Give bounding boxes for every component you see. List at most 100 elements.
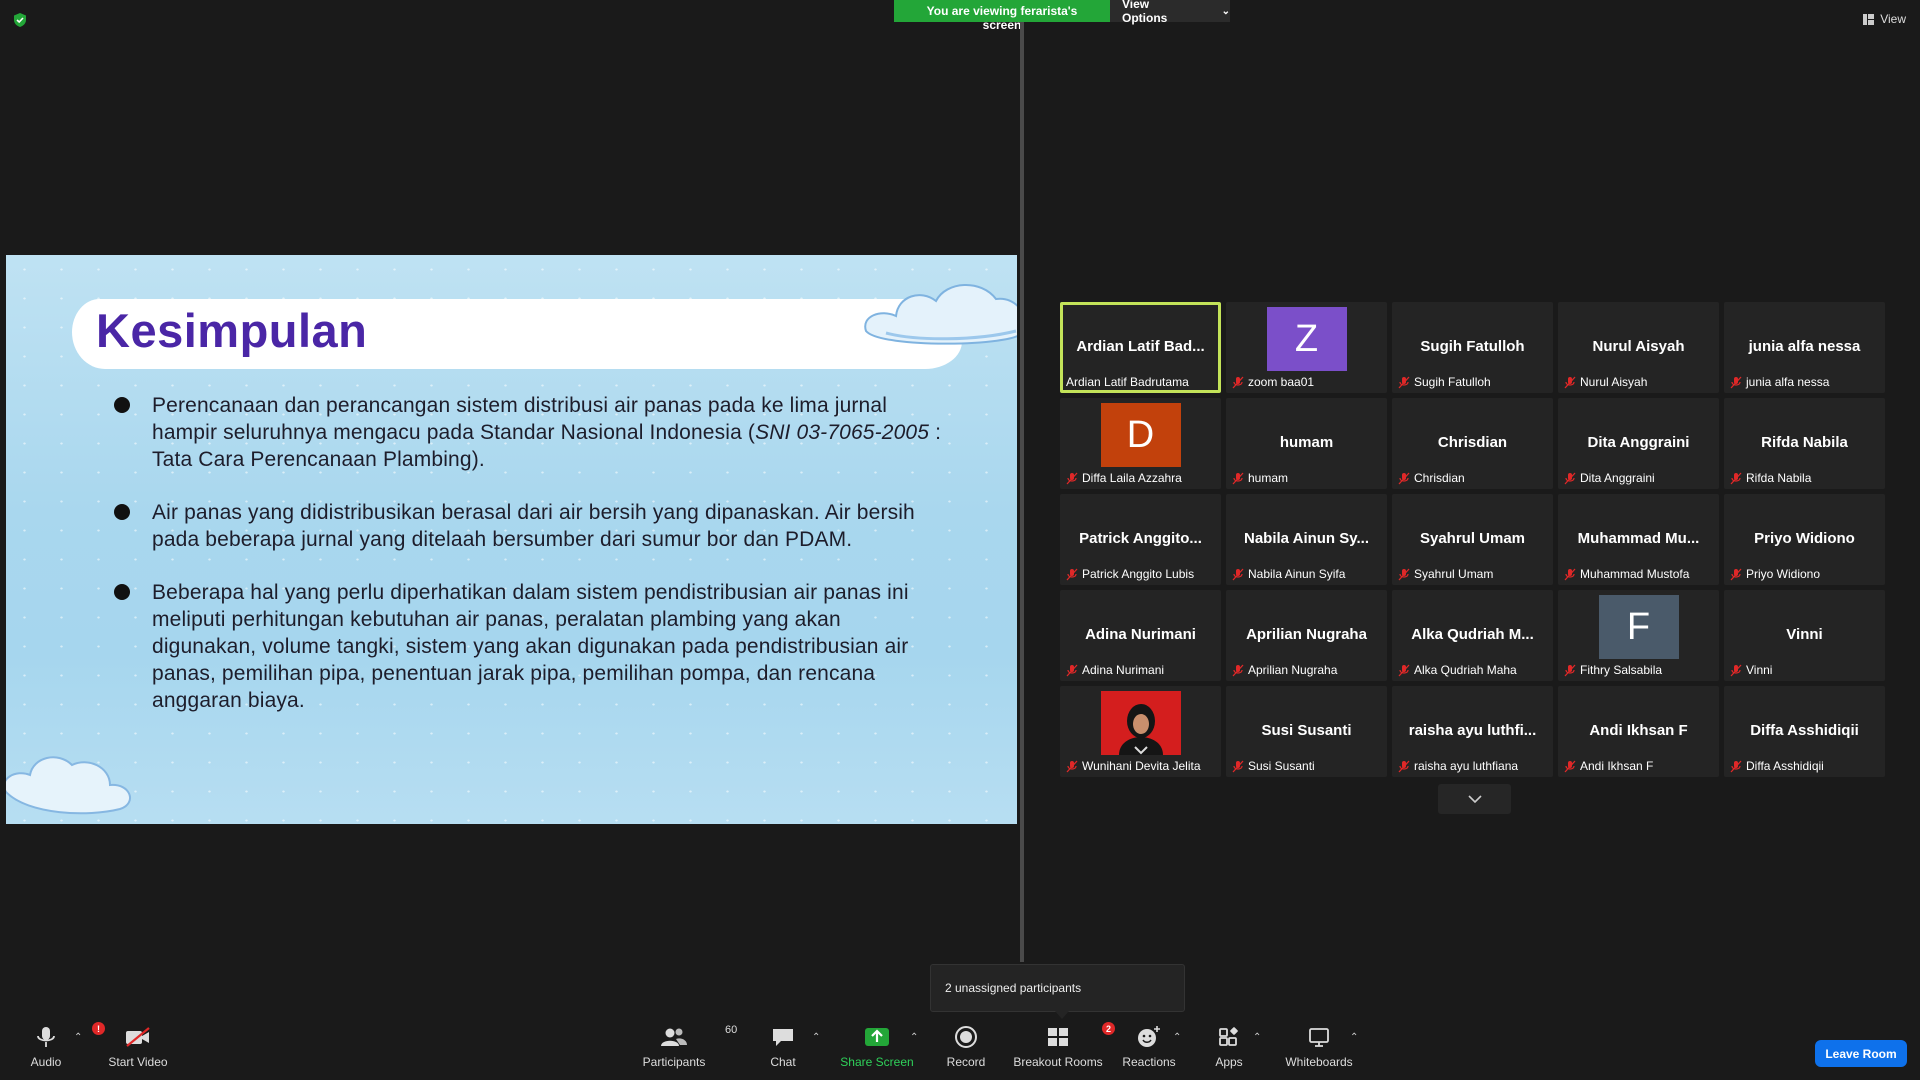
record-button[interactable]: Record [916,1022,1016,1069]
participant-name-label: Aprilian Nugraha [1232,663,1337,677]
participant-gallery: Ardian Latif Bad... Ardian Latif Badrutam… [1060,302,1885,777]
microphone-muted-icon [1066,760,1078,773]
view-label: View [1880,12,1906,26]
participant-display-name: Adina Nurimani [1085,626,1196,643]
participant-name: Nabila Ainun Syifa [1248,567,1346,581]
participant-tile[interactable]: Alka Qudriah M... Alka Qudriah Maha [1392,590,1553,681]
participant-name: Diffa Asshidiqii [1746,759,1824,773]
participant-tile[interactable]: Muhammad Mu... Muhammad Mustofa [1558,494,1719,585]
view-button[interactable]: View [1863,12,1906,26]
microphone-muted-icon [1232,760,1244,773]
microphone-muted-icon [1398,664,1410,677]
breakout-rooms-icon [1048,1028,1068,1046]
participant-tile[interactable]: Aprilian Nugraha Aprilian Nugraha [1226,590,1387,681]
breakout-rooms-button[interactable]: 2 Breakout Rooms [1008,1022,1115,1069]
microphone-muted-icon [1232,664,1244,677]
unassigned-text: 2 unassigned participants [945,981,1082,995]
participant-tile[interactable]: Patrick Anggito... Patrick Anggito Lubis [1060,494,1221,585]
chevron-down-icon [1467,795,1482,803]
participant-name: Alka Qudriah Maha [1414,663,1517,677]
participant-tile[interactable]: raisha ayu luthfi... raisha ayu luthfiana [1392,686,1553,777]
participant-display-name: Andi Ikhsan F [1589,722,1688,739]
participant-tile[interactable]: Rifda Nabila Rifda Nabila [1724,398,1885,489]
participant-name: Vinni [1746,663,1773,677]
participant-tile[interactable]: Ardian Latif Bad... Ardian Latif Badrutam… [1060,302,1221,393]
chat-options-caret[interactable]: ⌃ [812,1032,820,1043]
apps-options-caret[interactable]: ⌃ [1253,1032,1261,1043]
participant-tile[interactable]: Syahrul Umam Syahrul Umam [1392,494,1553,585]
splitter-handle[interactable] [1020,22,1024,962]
participant-tile[interactable]: Vinni Vinni [1724,590,1885,681]
share-screen-button[interactable]: Share Screen [827,1022,927,1069]
participant-name: Syahrul Umam [1414,567,1494,581]
avatar: F [1598,595,1679,659]
participant-tile[interactable]: D Diffa Laila Azzahra [1060,398,1221,489]
whiteboards-button[interactable]: Whiteboards [1269,1022,1369,1069]
reactions-label: Reactions [1122,1055,1176,1069]
audio-options-caret[interactable]: ⌃ [74,1032,82,1043]
audio-button[interactable]: ! Audio [0,1022,105,1069]
participant-name-label: Dita Anggraini [1564,471,1655,485]
cloud-decoration [6,756,132,815]
participant-name-label: humam [1232,471,1288,485]
participant-tile[interactable]: Nurul Aisyah Nurul Aisyah [1558,302,1719,393]
start-video-button[interactable]: Start Video [88,1022,188,1069]
reactions-icon [1138,1026,1160,1047]
bullet-dot [114,397,130,413]
participant-tile[interactable]: Nabila Ainun Sy... Nabila Ainun Syifa [1226,494,1387,585]
screen-share-banner: You are viewing ferarista's screen View … [894,0,1230,32]
participant-name: Muhammad Mustofa [1580,567,1690,581]
whiteboards-options-caret[interactable]: ⌃ [1350,1032,1358,1043]
participant-tile[interactable]: Diffa Asshidiqii Diffa Asshidiqii [1724,686,1885,777]
participant-tile[interactable]: Dita Anggraini Dita Anggraini [1558,398,1719,489]
participant-tile[interactable]: Sugih Fatulloh Sugih Fatulloh [1392,302,1553,393]
participant-tile[interactable]: F Fithry Salsabila [1558,590,1719,681]
participant-name-label: Nabila Ainun Syifa [1232,567,1345,581]
participant-tile[interactable]: Andi Ikhsan F Andi Ikhsan F [1558,686,1719,777]
participant-tile[interactable]: humam humam [1226,398,1387,489]
chat-icon [773,1029,793,1046]
chat-label: Chat [770,1055,796,1069]
participant-tile[interactable]: Priyo Widiono Priyo Widiono [1724,494,1885,585]
participant-name: Andi Ikhsan F [1580,759,1654,773]
gallery-next-page-button[interactable] [1438,784,1511,814]
participant-tile[interactable]: Adina Nurimani Adina Nurimani [1060,590,1221,681]
shield-icon[interactable] [12,12,28,28]
participant-display-name: Ardian Latif Bad... [1076,338,1205,355]
participant-name-label: junia alfa nessa [1730,375,1829,389]
participant-name: Aprilian Nugraha [1248,663,1338,677]
unassigned-participants-tooltip[interactable]: 2 unassigned participants [930,964,1185,1019]
participants-label: Participants [642,1055,706,1069]
participant-name-label: Adina Nurimani [1066,663,1164,677]
participant-display-name: humam [1279,434,1334,451]
share-screen-icon [865,1028,889,1046]
apps-button[interactable]: Apps [1179,1022,1279,1069]
chat-button[interactable]: Chat [733,1022,833,1069]
microphone-muted-icon [1398,376,1410,389]
view-options-button[interactable]: View Options ⌄ [1110,0,1230,25]
participant-name: Fithry Salsabila [1580,663,1663,677]
record-label: Record [946,1055,986,1069]
microphone-muted-icon [1730,472,1742,485]
whiteboards-label: Whiteboards [1285,1055,1353,1069]
audio-label: Audio [30,1055,62,1069]
participant-display-name: Susi Susanti [1261,722,1352,739]
participant-tile[interactable]: Susi Susanti Susi Susanti [1226,686,1387,777]
participant-name-label: Andi Ikhsan F [1564,759,1653,773]
participant-tile[interactable]: Chrisdian Chrisdian [1392,398,1553,489]
leave-room-button[interactable]: Leave Room [1815,1040,1907,1067]
participant-display-name: Chrisdian [1437,434,1508,451]
chevron-down-icon: ⌄ [1221,5,1230,17]
participant-tile[interactable]: junia alfa nessa junia alfa nessa [1724,302,1885,393]
microphone-muted-icon [1730,376,1742,389]
participants-button[interactable]: 60 Participants [624,1022,738,1069]
participant-tile[interactable]: Zzoom baa01 [1226,302,1387,393]
participant-display-name: junia alfa nessa [1748,338,1861,355]
microphone-muted-icon [1232,376,1244,389]
avatar-photo [1100,691,1181,755]
participant-name: zoom baa01 [1248,375,1315,389]
participant-tile[interactable]: Wunihani Devita Jelita [1060,686,1221,777]
microphone-muted-icon [1564,760,1576,773]
participant-display-name: Rifda Nabila [1761,434,1848,451]
start-video-label: Start Video [108,1055,168,1069]
